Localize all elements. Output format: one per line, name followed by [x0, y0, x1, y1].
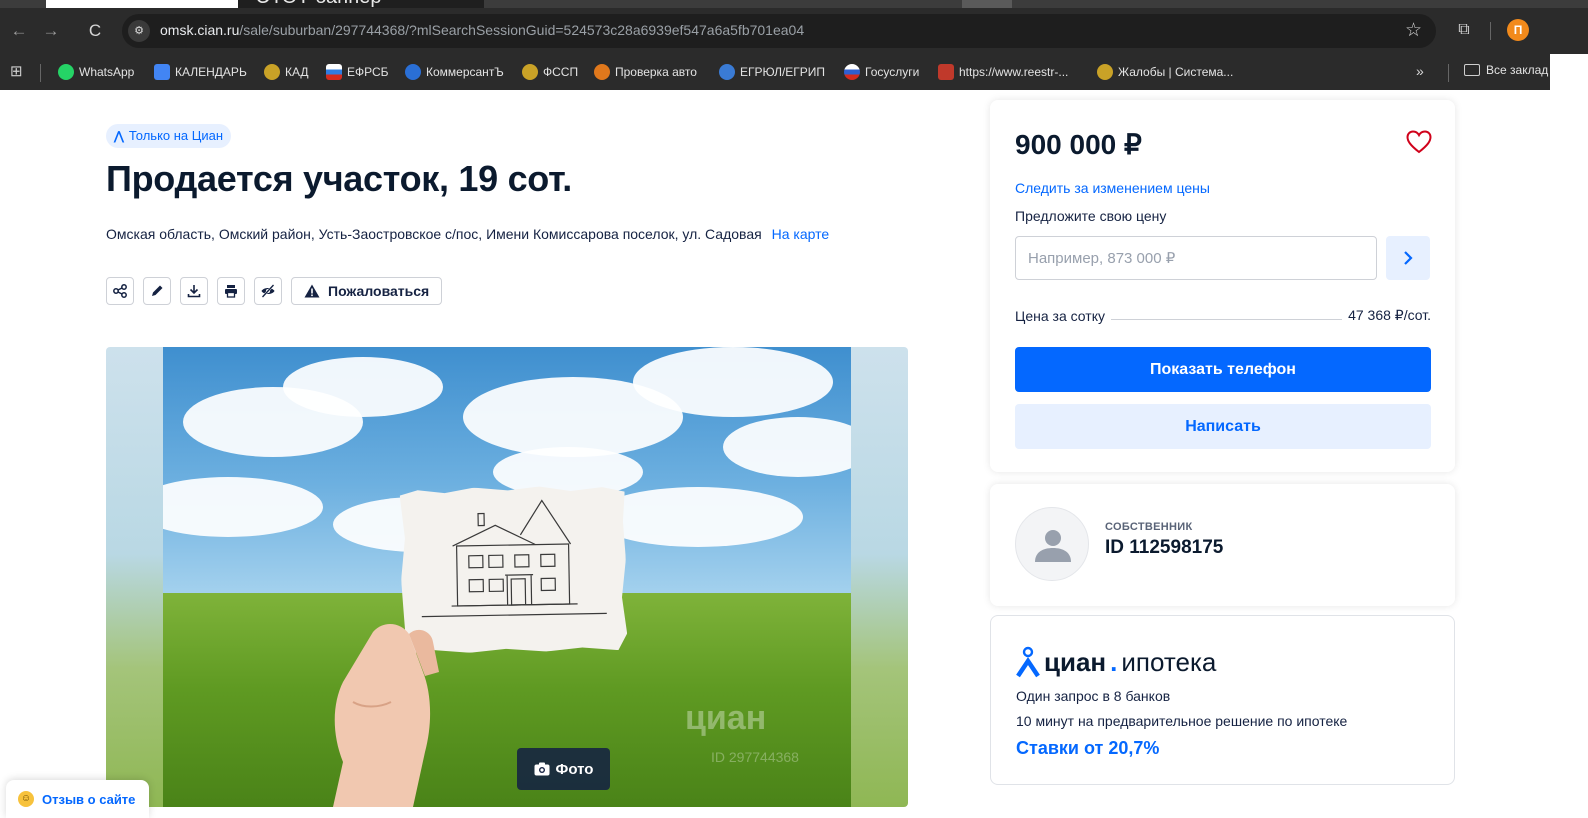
owner-id: ID 112598175 [1105, 537, 1224, 558]
all-bookmarks-folder[interactable]: Все заклад [1464, 63, 1548, 77]
only-on-cian-badge: ⋀ Только на Циан [106, 124, 232, 148]
folder-icon [1464, 64, 1480, 76]
bookmark-reestr[interactable]: https://www.reestr-... [938, 63, 1068, 81]
avto-icon [594, 64, 610, 80]
warning-icon [304, 284, 320, 298]
show-phone-button[interactable]: Показать телефон [1015, 347, 1431, 392]
cian-logo-icon: ⋀ [114, 129, 124, 143]
mortgage-decision-text: 10 минут на предварительное решение по и… [1016, 713, 1348, 729]
bookmark-kad[interactable]: КАД [264, 63, 309, 81]
track-price-link[interactable]: Следить за изменением цены [1015, 180, 1210, 196]
calendar-icon [154, 64, 170, 80]
emblem-icon [522, 64, 538, 80]
site-settings-icon[interactable]: ⚙ [128, 20, 150, 42]
printer-icon [225, 285, 237, 298]
write-message-button[interactable]: Написать [1015, 404, 1431, 449]
bookmark-egrul[interactable]: ЕГРЮЛ/ЕГРИП [719, 63, 825, 81]
mortgage-rate-link[interactable]: Ставки от 20,7% [1016, 738, 1159, 759]
pencil-icon [152, 285, 163, 296]
apps-grid-icon[interactable]: ⊞ [10, 63, 28, 81]
tab-inactive[interactable] [46, 0, 238, 8]
emblem-icon [264, 64, 280, 80]
bookmarks-bar: ⊞ WhatsApp КАЛЕНДАРЬ КАД ЕФРСБ Коммерсан… [0, 54, 1550, 90]
smile-icon: ☺ [18, 791, 34, 807]
kommersant-icon [405, 64, 421, 80]
toolbar-divider [1490, 22, 1491, 40]
listing-address: Омская область, Омский район, Усть-Заост… [106, 226, 830, 242]
tab-title: ЭТОТ баннер [256, 0, 381, 8]
bookmark-efrsb[interactable]: ЕФРСБ [326, 63, 389, 81]
cian-pin-icon [1016, 646, 1040, 678]
url-text[interactable]: omsk.cian.ru/sale/suburban/297744368/?ml… [160, 22, 804, 38]
browser-toolbar: ← → C ⚙ omsk.cian.ru/sale/suburban/29774… [0, 8, 1588, 54]
photo-button[interactable]: Фото [517, 748, 610, 790]
bookmark-gosuslugi[interactable]: Госуслуги [844, 63, 919, 81]
bookmark-zhaloby[interactable]: Жалобы | Система... [1097, 63, 1233, 81]
tab-strip: ЭТОТ баннер [0, 0, 1588, 8]
chevron-right-icon [1404, 251, 1413, 265]
reestr-icon [938, 64, 954, 80]
watermark-id: ID 297744368 [711, 749, 799, 765]
feedback-button[interactable]: ☺ Отзыв о сайте [6, 780, 150, 818]
favorite-heart-icon[interactable] [1406, 130, 1432, 154]
flag-icon [326, 64, 342, 80]
hide-listing-button[interactable] [254, 277, 282, 305]
download-button[interactable] [180, 277, 208, 305]
user-placeholder-icon [1035, 530, 1071, 562]
extensions-icon[interactable]: ⧉ [1454, 20, 1474, 40]
complain-button[interactable]: Пожаловаться [291, 277, 443, 305]
profile-avatar[interactable]: П [1507, 19, 1529, 41]
share-button[interactable] [106, 277, 134, 305]
mortgage-card[interactable]: циан. ипотека Один запрос в 8 банков 10 м… [990, 615, 1455, 785]
eye-off-icon [261, 284, 275, 298]
listing-photo[interactable]: циан ID 297744368 Фото [163, 347, 851, 807]
bookmark-fssp[interactable]: ФССП [522, 63, 578, 81]
bookmark-kommersant[interactable]: КоммерсантЪ [405, 63, 504, 81]
tab-active[interactable]: ЭТОТ баннер [238, 0, 484, 8]
reload-icon[interactable]: C [84, 20, 106, 42]
address-bar[interactable]: ⚙ omsk.cian.ru/sale/suburban/297744368/?… [122, 14, 1436, 48]
gosuslugi-icon [844, 64, 860, 80]
listing-actions: Пожаловаться [106, 277, 443, 305]
edit-note-button[interactable] [143, 277, 171, 305]
emblem-icon [1097, 64, 1113, 80]
page-title: Продается участок, 19 сот. [106, 158, 572, 199]
back-arrow-icon[interactable]: ← [8, 20, 30, 42]
offer-price-input[interactable] [1015, 236, 1377, 280]
map-link[interactable]: На карте [772, 226, 830, 242]
download-icon [187, 285, 201, 298]
bookmarks-divider [1448, 64, 1449, 82]
mortgage-banks-text: Один запрос в 8 банков [1016, 688, 1171, 704]
cian-ipoteka-logo: циан. ипотека [1016, 646, 1216, 678]
tab-inactive-2[interactable] [962, 0, 1012, 8]
bookmark-proverka-avto[interactable]: Проверка авто [594, 63, 697, 81]
forward-arrow-icon[interactable]: → [40, 20, 62, 42]
price-card: 900 000 ₽ Следить за изменением цены Пре… [990, 100, 1455, 472]
nalog-icon [719, 64, 735, 80]
leader-line [1110, 319, 1343, 320]
owner-role: СОБСТВЕННИК [1105, 521, 1193, 533]
owner-card: СОБСТВЕННИК ID 112598175 [990, 484, 1455, 606]
bookmark-whatsapp[interactable]: WhatsApp [58, 63, 134, 81]
share-icon [113, 284, 127, 298]
print-button[interactable] [217, 277, 245, 305]
whatsapp-icon [58, 64, 74, 80]
offer-price-label: Предложите свою цену [1015, 208, 1167, 224]
hand-holding-paper [333, 623, 439, 807]
offer-submit-button[interactable] [1386, 236, 1430, 280]
bookmarks-more-button[interactable]: » [1416, 63, 1424, 79]
bookmark-star-icon[interactable]: ☆ [1405, 19, 1422, 42]
bookmark-calendar[interactable]: КАЛЕНДАРЬ [154, 63, 247, 81]
price: 900 000 ₽ [1015, 129, 1142, 160]
camera-icon [534, 762, 550, 776]
cian-watermark: циан [685, 699, 767, 737]
bookmarks-divider [40, 64, 41, 82]
photo-gallery[interactable]: циан ID 297744368 Фото [106, 347, 908, 807]
avatar [1015, 507, 1089, 581]
price-per-sotka: Цена за сотку 47 368 ₽/сот. [1015, 307, 1431, 324]
